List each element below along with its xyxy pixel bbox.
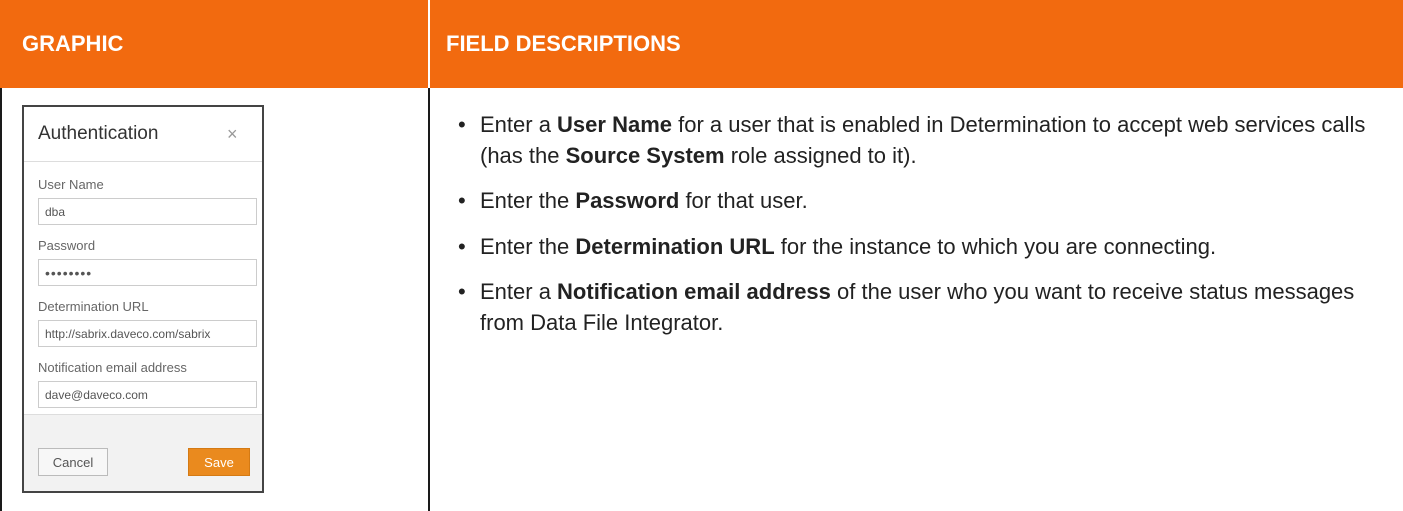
bullet-icon: • xyxy=(458,233,466,259)
password-label: Password xyxy=(38,238,96,253)
bullet-icon: • xyxy=(458,188,466,213)
notification-email-label: Notification email address xyxy=(38,360,187,375)
table-column-divider xyxy=(428,88,430,511)
header-field-descriptions: FIELD DESCRIPTIONS xyxy=(446,31,681,56)
field-table: GRAPHIC FIELD DESCRIPTIONS Authenticatio… xyxy=(0,0,1403,511)
dialog-title: Authentication xyxy=(38,123,159,144)
list-item: • Enter the Password for that user. xyxy=(446,186,1386,217)
user-name-label: User Name xyxy=(38,177,104,192)
password-field[interactable]: •••••••• xyxy=(38,259,257,286)
close-icon[interactable]: × xyxy=(227,125,238,143)
save-button[interactable]: Save xyxy=(188,448,250,476)
bullet-icon: • xyxy=(458,112,466,137)
authentication-dialog: Authentication × User Name dba Password … xyxy=(22,105,264,493)
bullet-icon: • xyxy=(458,279,466,304)
list-item: • Enter the Determination URL for the ins… xyxy=(446,232,1386,263)
determination-url-field[interactable]: http://sabrix.daveco.com/sabrix xyxy=(38,320,257,347)
dialog-divider xyxy=(24,161,262,162)
cancel-button[interactable]: Cancel xyxy=(38,448,108,476)
list-item: • Enter a User Name for a user that is en… xyxy=(458,112,1366,168)
header-graphic: GRAPHIC xyxy=(22,31,124,56)
determination-url-label: Determination URL xyxy=(38,299,149,314)
table-left-border xyxy=(0,88,2,511)
header-divider xyxy=(428,0,430,88)
table-header: GRAPHIC FIELD DESCRIPTIONS xyxy=(0,0,1403,88)
field-description-list: • Enter a User Name for a user that is en… xyxy=(446,110,1386,353)
user-name-field[interactable]: dba xyxy=(38,198,257,225)
notification-email-field[interactable]: dave@daveco.com xyxy=(38,381,257,408)
dialog-footer: Cancel Save xyxy=(24,414,262,491)
list-item: • Enter a Notification email address of t… xyxy=(458,279,1355,335)
